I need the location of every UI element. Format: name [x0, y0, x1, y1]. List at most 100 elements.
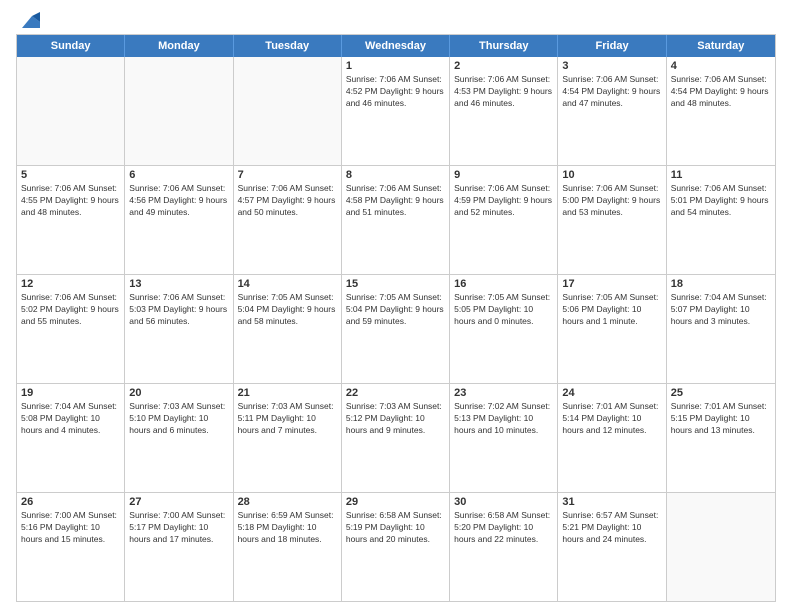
calendar-day-9: 9 Sunrise: 7:06 AM Sunset: 4:59 PM Daylig…	[450, 166, 558, 274]
day-info: Sunrise: 7:06 AM Sunset: 4:58 PM Dayligh…	[346, 183, 445, 219]
calendar-day-3: 3 Sunrise: 7:06 AM Sunset: 4:54 PM Daylig…	[558, 57, 666, 165]
calendar-day-30: 30 Sunrise: 6:58 AM Sunset: 5:20 PM Dayli…	[450, 493, 558, 601]
calendar-day-empty	[667, 493, 775, 601]
day-number: 3	[562, 60, 661, 72]
day-info: Sunrise: 6:57 AM Sunset: 5:21 PM Dayligh…	[562, 510, 661, 546]
day-info: Sunrise: 7:04 AM Sunset: 5:07 PM Dayligh…	[671, 292, 771, 328]
calendar-day-19: 19 Sunrise: 7:04 AM Sunset: 5:08 PM Dayli…	[17, 384, 125, 492]
calendar-body: 1Sunrise: 7:06 AM Sunset: 4:52 PM Daylig…	[17, 57, 775, 601]
day-info: Sunrise: 7:01 AM Sunset: 5:14 PM Dayligh…	[562, 401, 661, 437]
day-number: 19	[21, 387, 120, 399]
day-info: Sunrise: 6:59 AM Sunset: 5:18 PM Dayligh…	[238, 510, 337, 546]
day-number: 9	[454, 169, 553, 181]
weekday-header-friday: Friday	[558, 35, 666, 57]
day-number: 24	[562, 387, 661, 399]
calendar-day-16: 16 Sunrise: 7:05 AM Sunset: 5:05 PM Dayli…	[450, 275, 558, 383]
calendar-day-25: 25 Sunrise: 7:01 AM Sunset: 5:15 PM Dayli…	[667, 384, 775, 492]
calendar-week-5: 26 Sunrise: 7:00 AM Sunset: 5:16 PM Dayli…	[17, 493, 775, 601]
calendar-day-17: 17 Sunrise: 7:05 AM Sunset: 5:06 PM Dayli…	[558, 275, 666, 383]
day-info: Sunrise: 7:02 AM Sunset: 5:13 PM Dayligh…	[454, 401, 553, 437]
day-info: Sunrise: 7:06 AM Sunset: 4:53 PM Dayligh…	[454, 74, 553, 110]
calendar-day-22: 22Sunrise: 7:03 AM Sunset: 5:12 PM Dayli…	[342, 384, 450, 492]
calendar-day-26: 26 Sunrise: 7:00 AM Sunset: 5:16 PM Dayli…	[17, 493, 125, 601]
calendar-day-empty	[125, 57, 233, 165]
day-info: Sunrise: 7:06 AM Sunset: 4:54 PM Dayligh…	[671, 74, 771, 110]
day-number: 2	[454, 60, 553, 72]
day-info: Sunrise: 7:01 AM Sunset: 5:15 PM Dayligh…	[671, 401, 771, 437]
day-number: 28	[238, 496, 337, 508]
calendar-day-11: 11 Sunrise: 7:06 AM Sunset: 5:01 PM Dayli…	[667, 166, 775, 274]
calendar-day-18: 18 Sunrise: 7:04 AM Sunset: 5:07 PM Dayli…	[667, 275, 775, 383]
day-number: 25	[671, 387, 771, 399]
day-info: Sunrise: 7:05 AM Sunset: 5:06 PM Dayligh…	[562, 292, 661, 328]
day-number: 1	[346, 60, 445, 72]
day-info: Sunrise: 7:00 AM Sunset: 5:16 PM Dayligh…	[21, 510, 120, 546]
day-info: Sunrise: 6:58 AM Sunset: 5:19 PM Dayligh…	[346, 510, 445, 546]
calendar-day-24: 24 Sunrise: 7:01 AM Sunset: 5:14 PM Dayli…	[558, 384, 666, 492]
calendar-day-empty	[17, 57, 125, 165]
day-info: Sunrise: 7:00 AM Sunset: 5:17 PM Dayligh…	[129, 510, 228, 546]
day-number: 21	[238, 387, 337, 399]
day-number: 23	[454, 387, 553, 399]
calendar-week-4: 19 Sunrise: 7:04 AM Sunset: 5:08 PM Dayli…	[17, 384, 775, 493]
logo-icon	[18, 12, 40, 30]
calendar-header: SundayMondayTuesdayWednesdayThursdayFrid…	[17, 35, 775, 57]
day-info: Sunrise: 7:06 AM Sunset: 4:57 PM Dayligh…	[238, 183, 337, 219]
calendar-day-13: 13 Sunrise: 7:06 AM Sunset: 5:03 PM Dayli…	[125, 275, 233, 383]
day-number: 26	[21, 496, 120, 508]
calendar-day-12: 12Sunrise: 7:06 AM Sunset: 5:02 PM Dayli…	[17, 275, 125, 383]
calendar-day-28: 28 Sunrise: 6:59 AM Sunset: 5:18 PM Dayli…	[234, 493, 342, 601]
calendar-day-7: 7Sunrise: 7:06 AM Sunset: 4:57 PM Daylig…	[234, 166, 342, 274]
calendar-day-23: 23 Sunrise: 7:02 AM Sunset: 5:13 PM Dayli…	[450, 384, 558, 492]
day-number: 8	[346, 169, 445, 181]
day-info: Sunrise: 7:06 AM Sunset: 4:56 PM Dayligh…	[129, 183, 228, 219]
day-number: 18	[671, 278, 771, 290]
calendar-day-2: 2 Sunrise: 7:06 AM Sunset: 4:53 PM Daylig…	[450, 57, 558, 165]
calendar-page: SundayMondayTuesdayWednesdayThursdayFrid…	[0, 0, 792, 612]
day-number: 27	[129, 496, 228, 508]
day-info: Sunrise: 6:58 AM Sunset: 5:20 PM Dayligh…	[454, 510, 553, 546]
calendar-day-5: 5Sunrise: 7:06 AM Sunset: 4:55 PM Daylig…	[17, 166, 125, 274]
day-info: Sunrise: 7:05 AM Sunset: 5:04 PM Dayligh…	[346, 292, 445, 328]
day-number: 29	[346, 496, 445, 508]
day-number: 6	[129, 169, 228, 181]
calendar-week-2: 5Sunrise: 7:06 AM Sunset: 4:55 PM Daylig…	[17, 166, 775, 275]
day-number: 16	[454, 278, 553, 290]
calendar-day-6: 6 Sunrise: 7:06 AM Sunset: 4:56 PM Daylig…	[125, 166, 233, 274]
day-info: Sunrise: 7:06 AM Sunset: 5:01 PM Dayligh…	[671, 183, 771, 219]
day-info: Sunrise: 7:06 AM Sunset: 5:03 PM Dayligh…	[129, 292, 228, 328]
calendar-day-14: 14 Sunrise: 7:05 AM Sunset: 5:04 PM Dayli…	[234, 275, 342, 383]
day-number: 10	[562, 169, 661, 181]
day-info: Sunrise: 7:05 AM Sunset: 5:04 PM Dayligh…	[238, 292, 337, 328]
calendar-week-3: 12Sunrise: 7:06 AM Sunset: 5:02 PM Dayli…	[17, 275, 775, 384]
day-number: 13	[129, 278, 228, 290]
day-info: Sunrise: 7:06 AM Sunset: 5:02 PM Dayligh…	[21, 292, 120, 328]
day-number: 4	[671, 60, 771, 72]
day-info: Sunrise: 7:04 AM Sunset: 5:08 PM Dayligh…	[21, 401, 120, 437]
day-number: 17	[562, 278, 661, 290]
weekday-header-sunday: Sunday	[17, 35, 125, 57]
day-number: 5	[21, 169, 120, 181]
day-info: Sunrise: 7:06 AM Sunset: 4:54 PM Dayligh…	[562, 74, 661, 110]
day-number: 15	[346, 278, 445, 290]
day-info: Sunrise: 7:03 AM Sunset: 5:11 PM Dayligh…	[238, 401, 337, 437]
calendar-day-1: 1Sunrise: 7:06 AM Sunset: 4:52 PM Daylig…	[342, 57, 450, 165]
calendar-day-15: 15 Sunrise: 7:05 AM Sunset: 5:04 PM Dayli…	[342, 275, 450, 383]
day-number: 20	[129, 387, 228, 399]
calendar-day-29: 29 Sunrise: 6:58 AM Sunset: 5:19 PM Dayli…	[342, 493, 450, 601]
weekday-header-saturday: Saturday	[667, 35, 775, 57]
day-info: Sunrise: 7:06 AM Sunset: 4:59 PM Dayligh…	[454, 183, 553, 219]
calendar-day-31: 31Sunrise: 6:57 AM Sunset: 5:21 PM Dayli…	[558, 493, 666, 601]
calendar-day-8: 8 Sunrise: 7:06 AM Sunset: 4:58 PM Daylig…	[342, 166, 450, 274]
weekday-header-monday: Monday	[125, 35, 233, 57]
weekday-header-tuesday: Tuesday	[234, 35, 342, 57]
day-number: 22	[346, 387, 445, 399]
day-number: 14	[238, 278, 337, 290]
calendar-day-10: 10 Sunrise: 7:06 AM Sunset: 5:00 PM Dayli…	[558, 166, 666, 274]
weekday-header-wednesday: Wednesday	[342, 35, 450, 57]
day-number: 11	[671, 169, 771, 181]
day-info: Sunrise: 7:05 AM Sunset: 5:05 PM Dayligh…	[454, 292, 553, 328]
logo	[16, 12, 40, 30]
day-info: Sunrise: 7:06 AM Sunset: 5:00 PM Dayligh…	[562, 183, 661, 219]
day-number: 30	[454, 496, 553, 508]
